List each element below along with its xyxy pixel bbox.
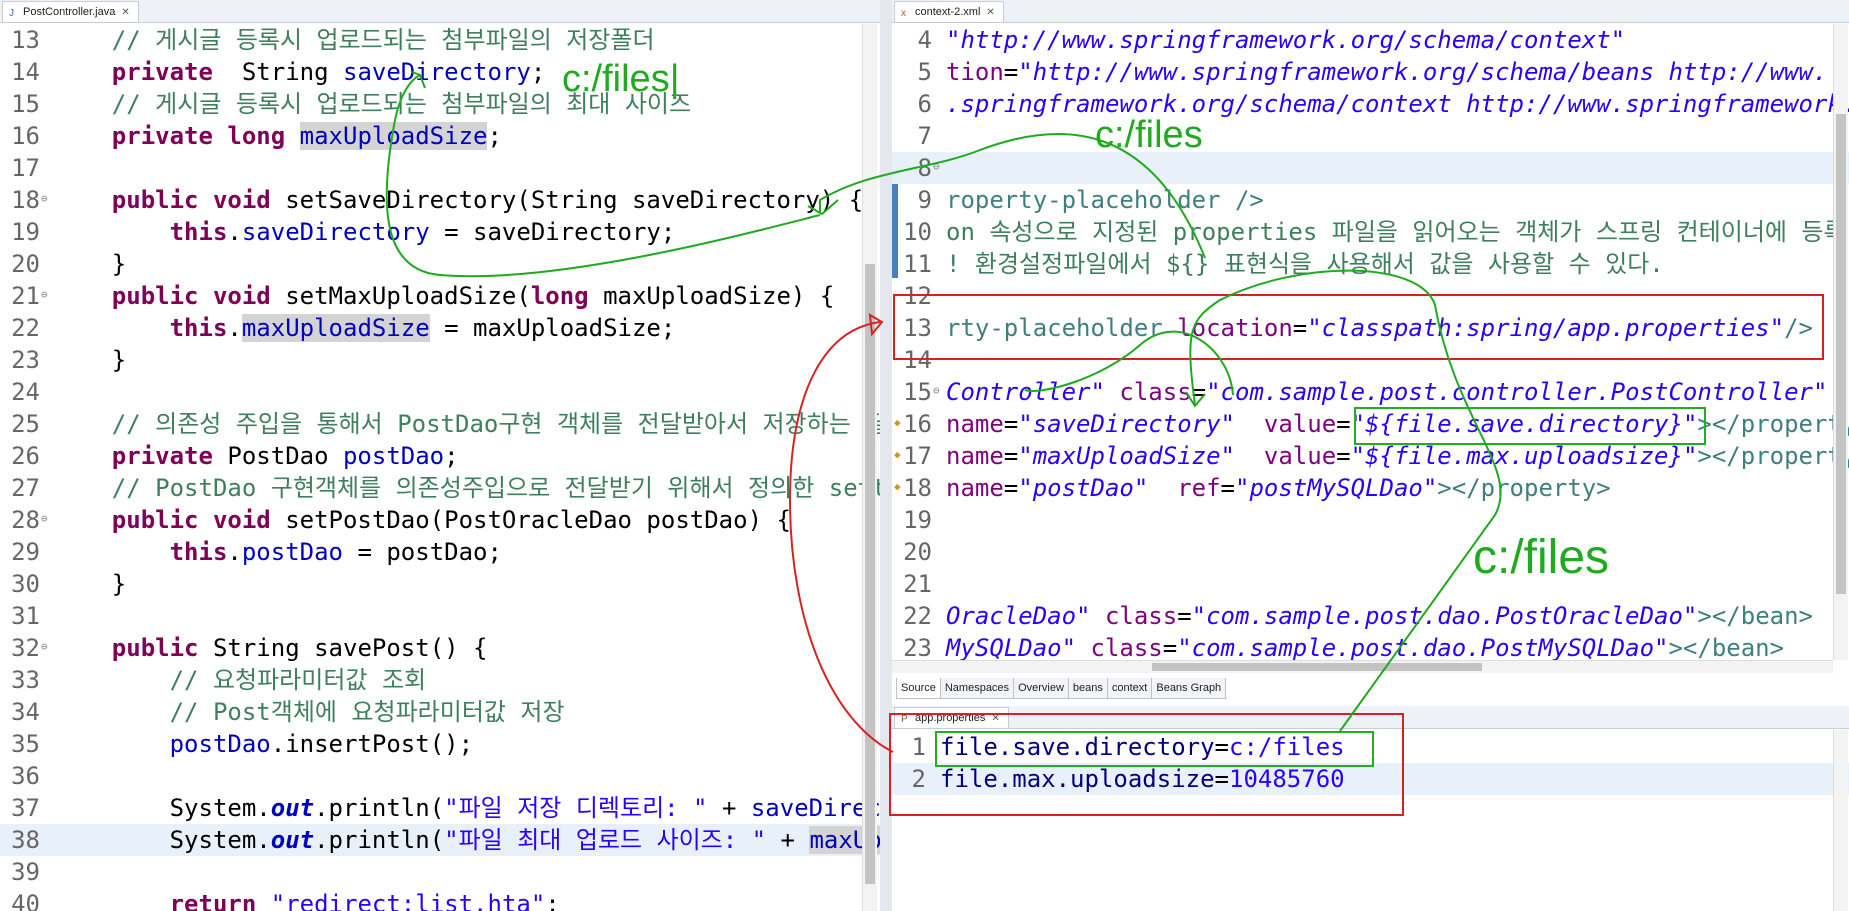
green-arrow-prop-to-xml <box>1189 269 1502 732</box>
red-arrow-head <box>868 313 884 337</box>
annotation-arrows <box>385 71 1502 753</box>
green-arrow-head-setter <box>807 199 839 216</box>
red-arrow-props-to-xml <box>788 321 894 753</box>
green-arrow-setter-to-field <box>385 74 821 278</box>
green-arrow-head-xml <box>1185 391 1206 408</box>
green-arrow-xml-to-setter <box>819 133 1206 259</box>
green-arrow-classpath <box>1024 330 1234 396</box>
